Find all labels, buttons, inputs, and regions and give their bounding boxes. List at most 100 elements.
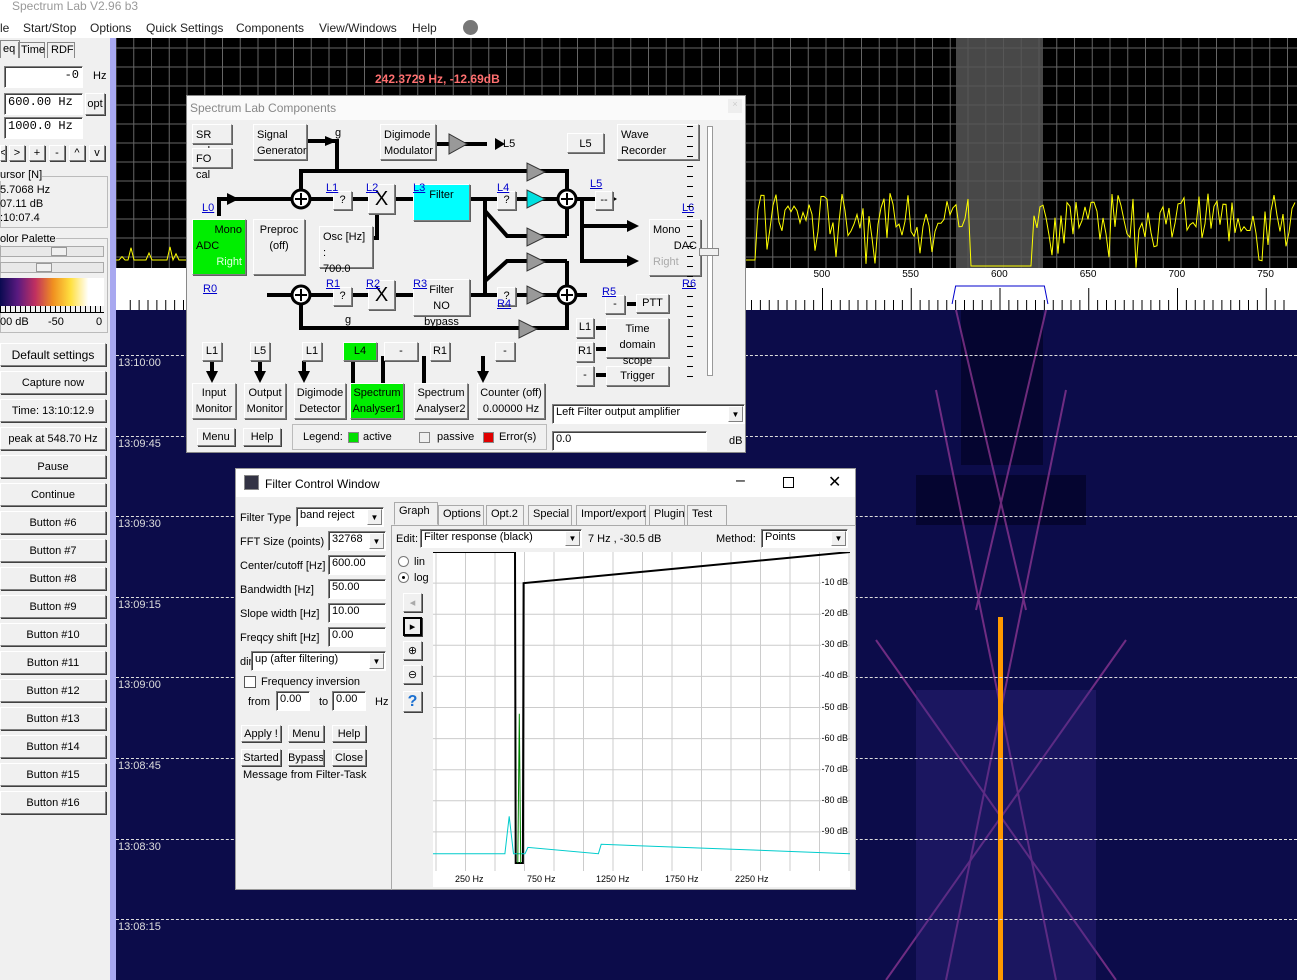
components-help-button[interactable]: Help bbox=[243, 428, 281, 446]
link-r4[interactable]: R4 bbox=[497, 298, 511, 310]
menu-quick-settings[interactable]: Quick Settings bbox=[146, 21, 223, 35]
link-l2[interactable]: L2 bbox=[366, 182, 378, 194]
to-input[interactable]: 0.00 bbox=[332, 691, 366, 711]
component-button-1[interactable]: Output Monitor bbox=[244, 383, 286, 419]
method-select[interactable]: Points ▼ bbox=[761, 529, 848, 548]
component-button-5[interactable]: Counter (off) 0.00000 Hz bbox=[477, 383, 545, 419]
panel-button-9[interactable]: Button #9 bbox=[0, 595, 106, 618]
scale-lin-radio[interactable] bbox=[398, 556, 409, 567]
started-button[interactable]: Started bbox=[241, 749, 281, 766]
help-question-icon[interactable]: ? bbox=[403, 691, 422, 712]
palette-slider-2[interactable] bbox=[0, 262, 104, 273]
oscillator-button[interactable]: Osc [Hz] : 700.0 bbox=[319, 226, 373, 275]
link-r1[interactable]: R1 bbox=[326, 278, 340, 290]
tab-graph[interactable]: Graph bbox=[394, 502, 438, 525]
panel-button-2[interactable]: Time: 13:10:12.9 bbox=[0, 399, 106, 422]
trigger-input[interactable]: - bbox=[576, 366, 594, 386]
center-input[interactable]: 600.00 bbox=[328, 555, 386, 575]
component-button-4[interactable]: Spectrum Analyser2 bbox=[414, 383, 468, 419]
adc-button[interactable]: Mono ADC Right bbox=[192, 219, 246, 275]
amplifier-select[interactable]: Left Filter output amplifier ▼ bbox=[552, 404, 745, 424]
minimize-icon[interactable]: – bbox=[736, 472, 745, 490]
analyser-source-6[interactable]: - bbox=[495, 342, 515, 361]
menu-help[interactable]: Help bbox=[412, 21, 437, 35]
panel-button-7[interactable]: Button #7 bbox=[0, 539, 106, 562]
analyser-source-5[interactable]: R1 bbox=[430, 342, 450, 361]
tab-options[interactable]: Options bbox=[438, 505, 484, 525]
offset-input[interactable]: -0 bbox=[4, 66, 83, 88]
link-r2[interactable]: R2 bbox=[366, 278, 380, 290]
panel-button-4[interactable]: Pause bbox=[0, 455, 106, 478]
tab-time[interactable]: Time bbox=[18, 42, 45, 58]
trigger-button[interactable]: Trigger bbox=[606, 366, 669, 386]
direction-select[interactable]: up (after filtering) ▼ bbox=[251, 651, 386, 671]
zoom-in-icon[interactable]: ⊕ bbox=[403, 641, 422, 660]
scroll-left-icon[interactable]: ◂ bbox=[403, 593, 422, 612]
link-l0[interactable]: L0 bbox=[202, 202, 214, 214]
gain-slider-thumb[interactable] bbox=[699, 248, 719, 256]
filter-type-select[interactable]: band reject ▼ bbox=[296, 507, 384, 527]
center-freq-input[interactable]: 600.00 Hz bbox=[4, 93, 83, 115]
menu-file[interactable]: le bbox=[0, 21, 9, 35]
analyser-source-1[interactable]: L5 bbox=[250, 342, 270, 361]
filter-response-graph[interactable]: -10 dB -20 dB -30 dB -40 dB -50 dB -60 dB -70 … bbox=[433, 552, 850, 887]
zoom-out-icon[interactable]: ⊖ bbox=[403, 665, 422, 684]
analyser-source-0[interactable]: L1 bbox=[202, 342, 222, 361]
gain-input[interactable]: 0.0 bbox=[552, 431, 707, 451]
opt-button[interactable]: opt bbox=[85, 93, 105, 115]
filter-menu-button[interactable]: Menu bbox=[288, 725, 324, 742]
analyser-source-2[interactable]: L1 bbox=[302, 342, 322, 361]
from-input[interactable]: 0.00 bbox=[276, 691, 310, 711]
scope-input-1[interactable]: L1 bbox=[576, 318, 594, 338]
scope-input-2[interactable]: R1 bbox=[576, 342, 594, 362]
scroll-right-icon[interactable]: ▸ bbox=[403, 617, 422, 636]
panel-button-5[interactable]: Continue bbox=[0, 483, 106, 506]
tab-import-export[interactable]: Import/export bbox=[576, 505, 646, 525]
ptt-button[interactable]: PTT bbox=[636, 294, 669, 313]
tab-freq[interactable]: eq bbox=[0, 40, 20, 58]
tab-rdf[interactable]: RDF bbox=[47, 42, 75, 58]
edit-select[interactable]: Filter response (black) ▼ bbox=[420, 529, 582, 548]
tab-plugin[interactable]: Plugin bbox=[649, 505, 685, 525]
link-l1[interactable]: L1 bbox=[326, 182, 338, 194]
analyser-source-3[interactable]: L4 bbox=[343, 342, 377, 361]
link-l5[interactable]: L5 bbox=[590, 178, 602, 190]
panel-button-10[interactable]: Button #10 bbox=[0, 623, 106, 646]
close-button[interactable]: Close bbox=[332, 749, 366, 766]
panel-button-13[interactable]: Button #13 bbox=[0, 707, 106, 730]
component-button-2[interactable]: Digimode Detector bbox=[294, 383, 346, 419]
span-input[interactable]: 1000.0 Hz bbox=[4, 117, 83, 139]
wave-recorder-source[interactable]: L5 bbox=[567, 133, 604, 153]
bypass-button[interactable]: Bypass bbox=[288, 749, 324, 766]
palette-slider-1[interactable] bbox=[0, 246, 104, 257]
chevron-down-icon[interactable]: ▼ bbox=[831, 531, 846, 546]
output-probe[interactable]: -- bbox=[595, 191, 613, 210]
tab-special[interactable]: Special bbox=[528, 505, 572, 525]
zoom-out-button[interactable]: - bbox=[49, 145, 65, 161]
filter-title-bar[interactable]: Filter Control Window – ✕ bbox=[236, 469, 855, 497]
menu-components[interactable]: Components bbox=[236, 21, 304, 35]
fo-cal-button[interactable]: FO cal bbox=[192, 148, 232, 181]
dac-button[interactable]: Mono DAC Right bbox=[649, 219, 701, 276]
frequency-inversion-checkbox[interactable] bbox=[244, 676, 256, 688]
sr-cal-button[interactable]: SR cal bbox=[192, 124, 232, 157]
analyser-source-4[interactable]: - bbox=[384, 342, 418, 361]
menu-options[interactable]: Options bbox=[90, 21, 131, 35]
tab-test[interactable]: Test bbox=[687, 505, 727, 525]
fft-size-select[interactable]: 32768 ▼ bbox=[328, 531, 386, 551]
chevron-down-icon[interactable]: ▼ bbox=[369, 653, 384, 669]
components-menu-button[interactable]: Menu bbox=[197, 428, 235, 446]
chevron-down-icon[interactable]: ▼ bbox=[728, 406, 743, 422]
panel-button-8[interactable]: Button #8 bbox=[0, 567, 106, 590]
panel-button-3[interactable]: peak at 548.70 Hz bbox=[0, 427, 106, 450]
down-button[interactable]: v bbox=[89, 145, 105, 161]
preproc-button[interactable]: Preproc (off) bbox=[253, 219, 305, 275]
panel-button-15[interactable]: Button #15 bbox=[0, 763, 106, 786]
bandwidth-input[interactable]: 50.00 bbox=[328, 579, 386, 599]
time-domain-scope-button[interactable]: Time domain scope bbox=[606, 318, 669, 367]
apply-button[interactable]: Apply ! bbox=[241, 725, 281, 742]
close-icon[interactable]: ✕ bbox=[828, 472, 841, 492]
tab-opt-2[interactable]: Opt.2 bbox=[486, 505, 524, 525]
panel-button-16[interactable]: Button #16 bbox=[0, 791, 106, 814]
component-button-3[interactable]: Spectrum Analyser1 bbox=[350, 383, 404, 419]
